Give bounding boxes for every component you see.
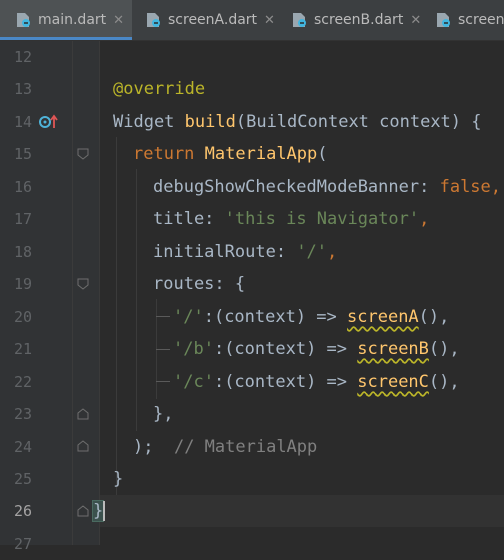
dart-file-icon xyxy=(17,13,30,27)
line-number: 12 xyxy=(13,48,32,66)
indent-guide xyxy=(136,169,137,431)
params-token: (BuildContext context) { xyxy=(235,112,482,132)
punct-token: { xyxy=(234,274,246,294)
punct-token: } xyxy=(113,469,124,489)
tab-screenc-dart[interactable]: screenC xyxy=(434,0,504,40)
line-number: 16 xyxy=(13,178,32,196)
indent-connector xyxy=(156,316,170,317)
close-tab-icon[interactable]: ✕ xyxy=(410,13,421,28)
comment-token: // MaterialApp xyxy=(173,437,318,457)
code-line-20: '/':(context) => screenA(), xyxy=(173,301,449,333)
code-line-19: routes: { xyxy=(153,268,245,300)
text-caret xyxy=(103,501,105,521)
class-token: MaterialApp xyxy=(204,144,318,164)
matched-brace: } xyxy=(91,500,105,522)
dart-file-icon xyxy=(437,13,450,27)
punct-token: (), xyxy=(428,372,460,392)
dart-file-icon xyxy=(293,13,306,27)
string-token: '/' xyxy=(173,307,204,327)
call-token: screenA xyxy=(347,307,419,327)
tab-label: screenB.dart xyxy=(314,12,404,28)
lambda-token: :(context) => xyxy=(213,372,358,392)
tab-main-dart[interactable]: main.dart ✕ xyxy=(0,0,132,40)
line-number: 19 xyxy=(13,275,32,293)
string-token: '/b' xyxy=(173,339,214,359)
named-arg-token: title: xyxy=(153,209,215,229)
code-line-22: '/c':(context) => screenC(), xyxy=(173,366,460,398)
indent-guide xyxy=(116,137,117,495)
line-number: 20 xyxy=(13,308,32,326)
named-arg-token: routes: xyxy=(153,274,225,294)
line-number-current: 26 xyxy=(13,502,32,520)
line-number: 27 xyxy=(13,535,32,553)
indent-guide xyxy=(72,41,73,545)
string-token: '/' xyxy=(296,242,328,262)
lambda-token: :(context) => xyxy=(213,339,358,359)
fold-toggle-icon[interactable] xyxy=(76,277,90,291)
code-line-18: initialRoute: '/', xyxy=(153,236,337,268)
close-tab-icon[interactable]: ✕ xyxy=(113,13,124,28)
code-line-21: '/b':(context) => screenB(), xyxy=(173,333,460,365)
tab-screena-dart[interactable]: screenA.dart ✕ xyxy=(144,0,275,40)
editor-tab-bar: main.dart ✕ screenA.dart ✕ screenB.dart … xyxy=(0,0,504,41)
override-method-icon[interactable] xyxy=(38,113,60,131)
punct-token: , xyxy=(490,177,502,197)
line-number: 15 xyxy=(13,145,32,163)
tab-label: screenC xyxy=(458,12,504,28)
code-line-24: ); // MaterialApp xyxy=(133,431,317,463)
code-line-13: @override xyxy=(113,73,205,105)
line-number: 17 xyxy=(13,210,32,228)
tab-label: main.dart xyxy=(38,12,107,28)
fold-end-icon[interactable] xyxy=(76,439,90,453)
line-number: 25 xyxy=(13,470,32,488)
fold-end-icon[interactable] xyxy=(76,504,90,518)
fold-end-icon[interactable] xyxy=(76,407,90,421)
fold-toggle-icon[interactable] xyxy=(76,147,90,161)
punct-token: , xyxy=(419,209,430,229)
call-token: screenC xyxy=(357,372,429,392)
call-token: screenB xyxy=(357,339,429,359)
type-token: Widget xyxy=(113,112,175,132)
code-line-15: return MaterialApp( xyxy=(133,138,328,170)
indent-connector xyxy=(156,349,170,350)
named-arg-token: debugShowCheckedModeBanner: xyxy=(153,177,430,197)
line-number: 14 xyxy=(13,113,32,131)
keyword-token: return xyxy=(133,144,195,164)
line-number: 24 xyxy=(13,438,32,456)
string-token: 'this is Navigator' xyxy=(224,209,420,229)
line-number: 13 xyxy=(13,80,32,98)
punct-token: , xyxy=(327,242,338,262)
tab-label: screenA.dart xyxy=(168,12,258,28)
tab-screenb-dart[interactable]: screenB.dart ✕ xyxy=(290,0,421,40)
code-line-16: debugShowCheckedModeBanner: false, xyxy=(153,171,501,203)
string-token: '/c' xyxy=(173,372,214,392)
gutter-divider xyxy=(99,41,100,545)
line-number: 18 xyxy=(13,243,32,261)
line-number: 22 xyxy=(13,373,32,391)
punct-token: }, xyxy=(153,404,174,424)
punct-token: ( xyxy=(317,144,328,164)
code-line-25: } xyxy=(113,463,123,495)
line-number: 23 xyxy=(13,405,32,423)
indent-connector xyxy=(156,381,170,382)
code-line-17: title: 'this is Navigator', xyxy=(153,203,429,235)
code-line-26: } xyxy=(91,495,105,527)
close-tab-icon[interactable]: ✕ xyxy=(264,13,275,28)
code-editor[interactable]: 12 13 14 15 16 17 18 19 20 21 22 23 24 2… xyxy=(0,41,504,553)
code-line-23: }, xyxy=(153,398,173,430)
method-name-token: build xyxy=(184,112,236,132)
lambda-token: :(context) => xyxy=(203,307,348,327)
named-arg-token: initialRoute: xyxy=(153,242,287,262)
punct-token: ); xyxy=(133,437,154,457)
keyword-token: false xyxy=(439,177,491,197)
punct-token: (), xyxy=(428,339,460,359)
annotation-token: @override xyxy=(113,79,206,99)
line-number: 21 xyxy=(13,340,32,358)
code-line-14: Widget build(BuildContext context) { xyxy=(113,106,482,138)
punct-token: (), xyxy=(418,307,450,327)
dart-file-icon xyxy=(147,13,160,27)
